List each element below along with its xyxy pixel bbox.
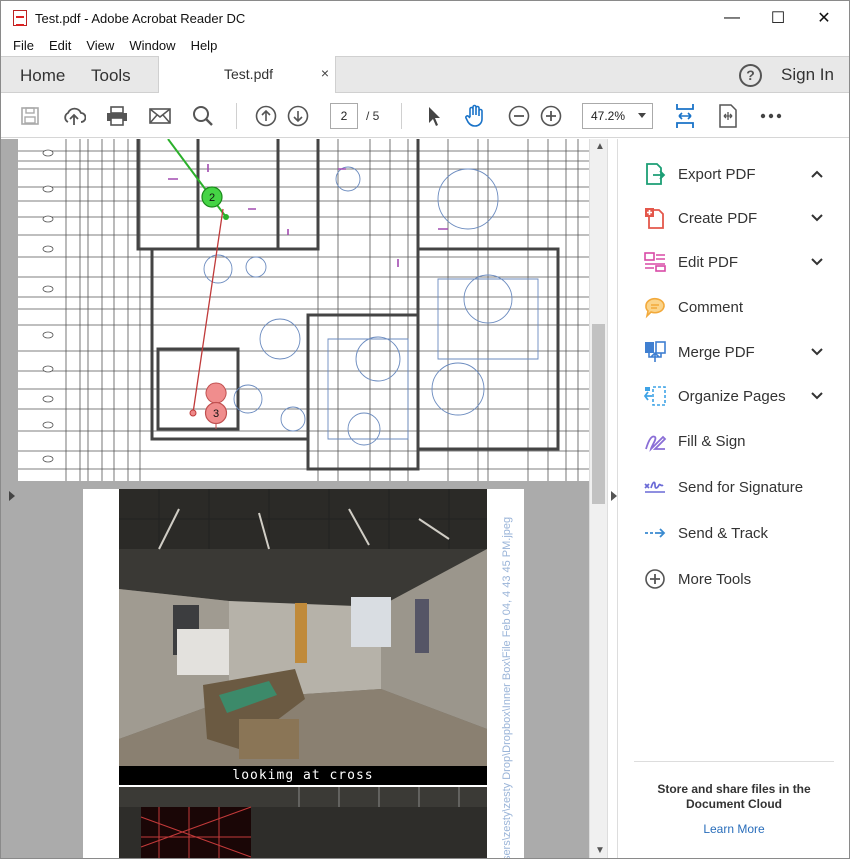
maximize-button[interactable]: ☐ — [755, 1, 801, 35]
more-tools-icon — [645, 569, 665, 589]
learn-more-link[interactable]: Learn More — [634, 822, 834, 836]
zoom-value: 47.2% — [591, 109, 626, 123]
tools-pane: Export PDF Create PDF Edit PDF Comment M… — [618, 139, 849, 858]
zoom-select[interactable]: 47.2% — [582, 103, 653, 129]
close-window-button[interactable]: ✕ — [801, 1, 847, 35]
tool-label: Export PDF — [678, 165, 756, 183]
search-icon[interactable] — [191, 104, 215, 128]
fit-page-icon[interactable] — [673, 104, 697, 128]
tool-send-track[interactable]: Send & Track — [618, 514, 849, 552]
photo-file-path: Users\zesty\zesty Drop\Dropbox\Inner Box… — [501, 516, 513, 858]
cloud-promo-text: Store and share files in the Document Cl… — [657, 782, 811, 811]
tool-fill-sign[interactable]: Fill & Sign — [618, 422, 849, 460]
chevron-down-icon[interactable] — [810, 345, 824, 359]
title-bar: Test.pdf - Adobe Acrobat Reader DC — ☐ ✕ — [1, 1, 849, 35]
create-pdf-icon — [645, 208, 664, 229]
tool-label: More Tools — [678, 570, 752, 588]
chevron-down-icon[interactable] — [810, 255, 824, 269]
merge-pdf-icon — [645, 341, 666, 362]
scroll-up-arrow-icon[interactable]: ▲ — [595, 141, 605, 152]
scrollbar-thumb[interactable] — [592, 324, 605, 504]
edit-pdf-icon — [644, 252, 666, 272]
more-icon[interactable] — [759, 104, 783, 128]
select-cursor-icon[interactable] — [422, 104, 446, 128]
zoom-in-icon[interactable] — [539, 104, 563, 128]
acrobat-pdf-icon — [13, 10, 27, 26]
print-icon[interactable] — [105, 104, 129, 128]
pdf-page-floor-plan: 2 3 — [18, 139, 589, 481]
pdf-page-photo: lookimg at cross Users\zesty\zesty Drop\… — [83, 489, 524, 858]
vertical-scrollbar[interactable]: ▲ ▼ — [589, 139, 607, 858]
tool-label: Organize Pages — [678, 387, 786, 405]
tool-label: Edit PDF — [678, 253, 739, 271]
menu-window[interactable]: Window — [129, 38, 175, 53]
tool-label: Fill & Sign — [678, 432, 746, 450]
chevron-down-icon — [638, 113, 646, 118]
page-total: / 5 — [366, 109, 380, 123]
menu-bar: File Edit View Window Help — [1, 35, 849, 55]
menu-help[interactable]: Help — [191, 38, 218, 53]
photo-caption: lookimg at cross — [119, 766, 487, 785]
menu-edit[interactable]: Edit — [49, 38, 71, 53]
export-pdf-icon — [646, 163, 666, 185]
page-down-icon[interactable] — [286, 104, 310, 128]
tool-more-tools[interactable]: More Tools — [618, 560, 849, 598]
tool-label: Create PDF — [678, 209, 758, 227]
chevron-down-icon[interactable] — [810, 389, 824, 403]
thumbnail-photo — [119, 787, 487, 858]
organize-pages-icon — [643, 386, 666, 406]
acrobat-window: Test.pdf - Adobe Acrobat Reader DC — ☐ ✕… — [0, 0, 850, 859]
annotation-marker-3: 3 — [213, 408, 219, 420]
send-track-icon — [645, 528, 666, 538]
construction-photo — [119, 489, 487, 785]
tab-tools[interactable]: Tools — [91, 66, 131, 86]
tool-label: Merge PDF — [678, 343, 755, 361]
tool-organize-pages[interactable]: Organize Pages — [618, 377, 849, 415]
save-icon[interactable] — [18, 104, 42, 128]
annotation-marker-2: 2 — [209, 192, 215, 204]
floor-plan-drawing: 2 3 — [18, 139, 589, 481]
help-icon[interactable]: ? — [739, 64, 762, 87]
toolbar: 2 / 5 47.2% — [1, 94, 849, 138]
hand-tool-icon[interactable] — [463, 104, 487, 128]
chevron-down-icon[interactable] — [810, 211, 824, 225]
left-panel-toggle[interactable] — [1, 139, 18, 858]
close-tab-icon[interactable]: × — [321, 65, 329, 81]
rotate-icon[interactable] — [716, 104, 740, 128]
send-signature-icon — [644, 481, 665, 493]
tab-home[interactable]: Home — [20, 66, 65, 86]
tool-label: Send & Track — [678, 524, 769, 542]
tool-create-pdf[interactable]: Create PDF — [618, 199, 849, 237]
menu-view[interactable]: View — [86, 38, 114, 53]
tool-label: Send for Signature — [678, 478, 804, 496]
fill-sign-icon — [645, 435, 667, 452]
page-number-input[interactable]: 2 — [330, 103, 358, 129]
tool-merge-pdf[interactable]: Merge PDF — [618, 333, 849, 371]
upload-icon[interactable] — [62, 104, 86, 128]
chevron-up-icon[interactable] — [810, 167, 824, 181]
document-view[interactable]: 2 3 lookimg at cross Users\zesty\zesty D… — [1, 139, 607, 858]
comment-icon — [645, 297, 665, 319]
right-panel-toggle[interactable] — [607, 139, 618, 858]
window-title: Test.pdf - Adobe Acrobat Reader DC — [35, 11, 246, 26]
chevron-right-icon — [611, 491, 617, 501]
tool-comment[interactable]: Comment — [618, 288, 849, 326]
menu-file[interactable]: File — [13, 38, 34, 53]
tool-export-pdf[interactable]: Export PDF — [618, 155, 849, 193]
tab-row: Home Tools Test.pdf × ? Sign In — [1, 56, 849, 93]
minimize-button[interactable]: — — [709, 1, 755, 35]
sign-in-link[interactable]: Sign In — [781, 65, 834, 85]
scroll-down-arrow-icon[interactable]: ▼ — [595, 845, 605, 856]
tool-label: Comment — [678, 298, 744, 316]
page-up-icon[interactable] — [254, 104, 278, 128]
email-icon[interactable] — [148, 104, 172, 128]
document-cloud-promo: Store and share files in the Document Cl… — [634, 761, 834, 853]
tool-send-for-signature[interactable]: Send for Signature — [618, 468, 849, 506]
chevron-right-icon — [9, 491, 15, 501]
tab-document[interactable]: Test.pdf × — [158, 56, 336, 93]
zoom-out-icon[interactable] — [507, 104, 531, 128]
tool-edit-pdf[interactable]: Edit PDF — [618, 243, 849, 281]
document-tab-label: Test.pdf — [224, 66, 274, 82]
